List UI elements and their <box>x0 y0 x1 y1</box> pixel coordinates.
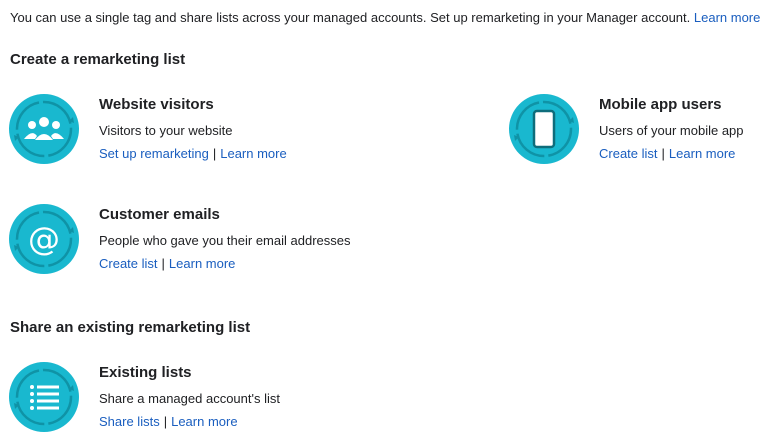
card-description: Visitors to your website <box>99 123 233 138</box>
card-links: Set up remarketing | Learn more <box>99 146 287 161</box>
card-body: Website visitors Visitors to your websit… <box>99 94 287 161</box>
card-title: Existing lists <box>99 364 192 381</box>
link-separator: | <box>161 256 165 271</box>
create-section-title: Create a remarketing list <box>10 51 186 68</box>
phone-icon <box>509 94 579 164</box>
card-title: Website visitors <box>99 96 214 113</box>
svg-text:@: @ <box>28 220 60 258</box>
card-title: Customer emails <box>99 206 220 223</box>
share-lists-link[interactable]: Share lists <box>99 414 160 429</box>
link-separator: | <box>163 414 168 429</box>
share-section-title: Share an existing remarketing list <box>10 319 251 336</box>
card-body: Existing lists Share a managed account's… <box>99 362 280 429</box>
card-title: Mobile app users <box>599 96 722 113</box>
existing-lists-learn-more-link[interactable]: Learn more <box>171 414 237 429</box>
card-body: Customer emails People who gave you thei… <box>99 204 350 271</box>
card-body: Mobile app users Users of your mobile ap… <box>599 94 744 161</box>
link-separator: | <box>212 146 217 161</box>
emails-learn-more-link[interactable]: Learn more <box>169 256 235 271</box>
card-links: Share lists | Learn more <box>99 414 280 429</box>
intro-text: You can use a single tag and share lists… <box>10 10 761 25</box>
card-description: People who gave you their email addresse… <box>99 233 351 248</box>
intro-learn-more-link[interactable]: Learn more <box>694 10 760 25</box>
card-links: Create list | Learn more <box>99 256 350 271</box>
people-icon <box>9 94 79 164</box>
at-sign-icon: @ <box>9 204 79 274</box>
website-visitors-learn-more-link[interactable]: Learn more <box>220 146 286 161</box>
card-description: Users of your mobile app <box>599 123 744 138</box>
link-separator: | <box>661 146 665 161</box>
card-links: Create list | Learn more <box>599 146 744 161</box>
list-icon <box>9 362 79 432</box>
mobile-learn-more-link[interactable]: Learn more <box>669 146 735 161</box>
set-up-remarketing-link[interactable]: Set up remarketing <box>99 146 209 161</box>
emails-create-list-link[interactable]: Create list <box>99 256 158 271</box>
mobile-create-list-link[interactable]: Create list <box>599 146 658 161</box>
card-description: Share a managed account's list <box>99 391 280 406</box>
